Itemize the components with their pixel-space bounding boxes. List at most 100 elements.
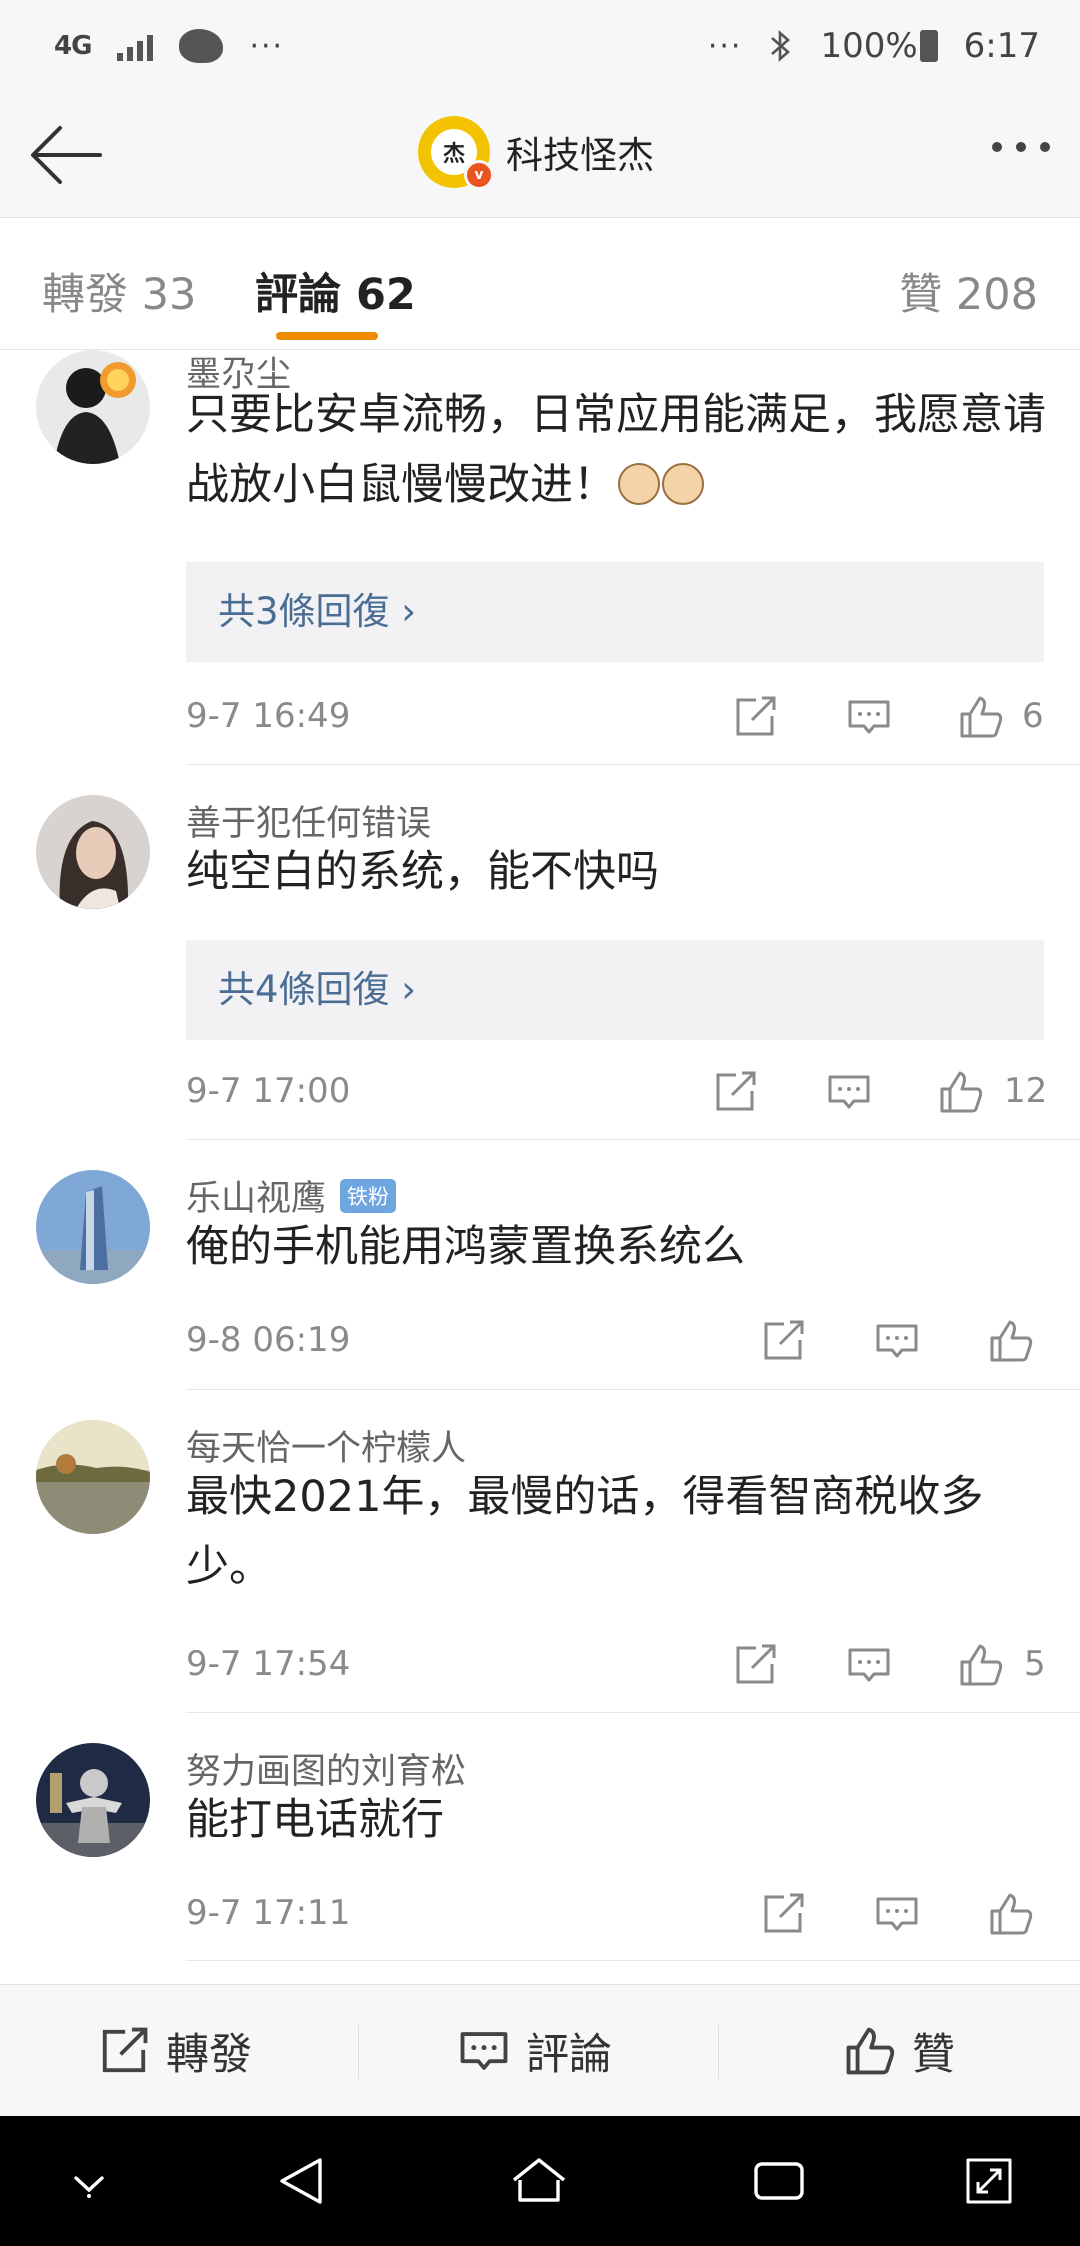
comment-icon — [848, 1648, 890, 1682]
share-icon — [716, 1071, 756, 1111]
comment-text: 最快2021年，最慢的话，得看智商税收多少。 — [186, 1472, 984, 1592]
repost-button[interactable] — [760, 1318, 806, 1364]
comment-time: 9-8 06:19 — [186, 1320, 351, 1360]
repost-button[interactable] — [732, 694, 778, 740]
like-label: 贊 — [912, 2030, 955, 2080]
comment-action-button[interactable]: 評論 — [458, 1985, 612, 2117]
repost-action-button[interactable]: 轉發 — [98, 1985, 252, 2117]
share-icon — [764, 1893, 804, 1933]
like-count: 12 — [1004, 1071, 1048, 1111]
fan-badge: 铁粉 — [340, 1178, 397, 1213]
user-avatar[interactable] — [36, 1170, 150, 1284]
cat-emoji-icon — [618, 463, 660, 505]
comment-button[interactable] — [826, 1069, 872, 1115]
status-dots-icon: ··· — [707, 28, 743, 64]
signal-icon — [117, 31, 154, 61]
comment-time: 9-7 17:54 — [186, 1644, 351, 1684]
tab-bar: 轉發 33 評論 62 贊 208 — [0, 218, 1080, 350]
account-header[interactable]: 杰 v 科技怪杰 — [418, 116, 654, 190]
like-count: 6 — [1022, 696, 1044, 736]
comment-icon — [876, 1324, 918, 1358]
comment-time: 9-7 16:49 — [186, 696, 351, 736]
network-type: 4G — [54, 31, 92, 61]
repost-label: 轉發 — [166, 2030, 252, 2080]
comment-label: 評論 — [526, 2030, 612, 2080]
user-avatar[interactable] — [36, 1420, 150, 1534]
bottom-action-bar: 轉發 評論 贊 — [0, 1984, 1080, 2116]
top-nav: 杰 v 科技怪杰 — [0, 92, 1080, 218]
like-button[interactable] — [958, 694, 1004, 740]
comment-icon — [460, 2032, 508, 2070]
replies-link[interactable]: 共4條回復 › — [186, 940, 1044, 1040]
active-tab-indicator — [276, 332, 378, 340]
page-title: 科技怪杰 — [506, 134, 654, 177]
thumbs-up-icon — [990, 1893, 1033, 1935]
back-arrow-icon — [31, 126, 102, 184]
bluetooth-icon — [771, 30, 791, 62]
share-icon — [736, 1644, 776, 1684]
recent-apps-icon — [754, 2162, 804, 2200]
comment-time: 9-7 17:11 — [186, 1893, 351, 1933]
user-avatar[interactable] — [36, 350, 150, 464]
comment-item: 乐山视鹰 铁粉 俺的手机能用鸿蒙置换系统么 9-8 06:19 — [0, 1140, 1080, 1390]
comment-text: 只要比安卓流畅，日常应用能满足，我愿意请战放小白鼠慢慢改进！ — [186, 390, 1046, 510]
comment-item: 善于犯任何错误 纯空白的系统，能不快吗 共4條回復 › 9-7 17:00 12 — [0, 765, 1080, 1140]
system-nav-bar — [0, 2116, 1080, 2246]
verified-badge: v — [464, 160, 494, 190]
recent-apps-button[interactable] — [748, 2150, 810, 2212]
cat-emoji-icon — [662, 463, 704, 505]
like-button[interactable] — [988, 1891, 1034, 1937]
more-options-button[interactable] — [992, 142, 1050, 152]
comment-text: 纯空白的系统，能不快吗 — [186, 847, 659, 897]
more-notifications-icon: ··· — [249, 28, 285, 64]
comment-icon — [876, 1897, 918, 1931]
status-bar: 4G ··· ··· 100% 6:17 — [0, 0, 1080, 92]
clock: 6:17 — [963, 26, 1040, 66]
comment-button[interactable] — [846, 694, 892, 740]
like-button[interactable] — [958, 1642, 1004, 1688]
battery-level: 100% — [820, 26, 918, 66]
share-icon — [736, 696, 776, 736]
comment-icon — [848, 700, 890, 734]
app-notification-icon — [179, 29, 224, 63]
comment-time: 9-7 17:00 — [186, 1071, 351, 1111]
comment-item: 每天恰一个柠檬人 最快2021年，最慢的话，得看智商税收多少。 9-7 17:5… — [0, 1390, 1080, 1713]
thumbs-up-icon — [960, 1644, 1003, 1686]
account-avatar[interactable]: 杰 v — [418, 116, 494, 190]
repost-button[interactable] — [712, 1069, 758, 1115]
repost-button[interactable] — [732, 1642, 778, 1688]
comment-item: 墨尕尘 只要比安卓流畅，日常应用能满足，我愿意请战放小白鼠慢慢改进！ 共3條回復… — [0, 350, 1080, 765]
thumbs-up-icon — [846, 2027, 895, 2075]
back-nav-button[interactable] — [272, 2150, 334, 2212]
like-button[interactable] — [988, 1318, 1034, 1364]
back-button[interactable] — [28, 122, 104, 188]
back-triangle-icon — [280, 2158, 322, 2204]
repost-button[interactable] — [760, 1891, 806, 1937]
tab-reposts[interactable]: 轉發 33 — [42, 260, 196, 322]
home-button[interactable] — [508, 2150, 570, 2212]
divider — [718, 2025, 719, 2079]
divider — [358, 2025, 359, 2079]
like-button[interactable] — [938, 1069, 984, 1115]
comment-item: 努力画图的刘育松 能打电话就行 9-7 17:11 — [0, 1713, 1080, 1961]
battery-icon — [919, 30, 938, 62]
comment-button[interactable] — [874, 1891, 920, 1937]
tab-comments[interactable]: 評論 62 — [255, 260, 416, 322]
like-action-button[interactable]: 贊 — [844, 1985, 955, 2117]
comment-button[interactable] — [846, 1642, 892, 1688]
comment-text: 俺的手机能用鸿蒙置换系统么 — [186, 1222, 745, 1272]
expand-button[interactable] — [958, 2150, 1020, 2212]
user-avatar[interactable] — [36, 795, 150, 909]
replies-link[interactable]: 共3條回復 › — [186, 562, 1044, 662]
user-avatar[interactable] — [36, 1743, 150, 1857]
chevron-down-icon — [74, 2176, 104, 2198]
share-icon — [764, 1320, 804, 1360]
comment-icon — [828, 1075, 870, 1109]
home-icon — [512, 2158, 566, 2202]
share-icon — [102, 2027, 148, 2073]
tab-likes[interactable]: 贊 208 — [899, 260, 1038, 322]
comment-button[interactable] — [874, 1318, 920, 1364]
hide-keyboard-button[interactable] — [58, 2150, 120, 2212]
thumbs-up-icon — [990, 1320, 1033, 1362]
expand-icon — [966, 2158, 1012, 2204]
